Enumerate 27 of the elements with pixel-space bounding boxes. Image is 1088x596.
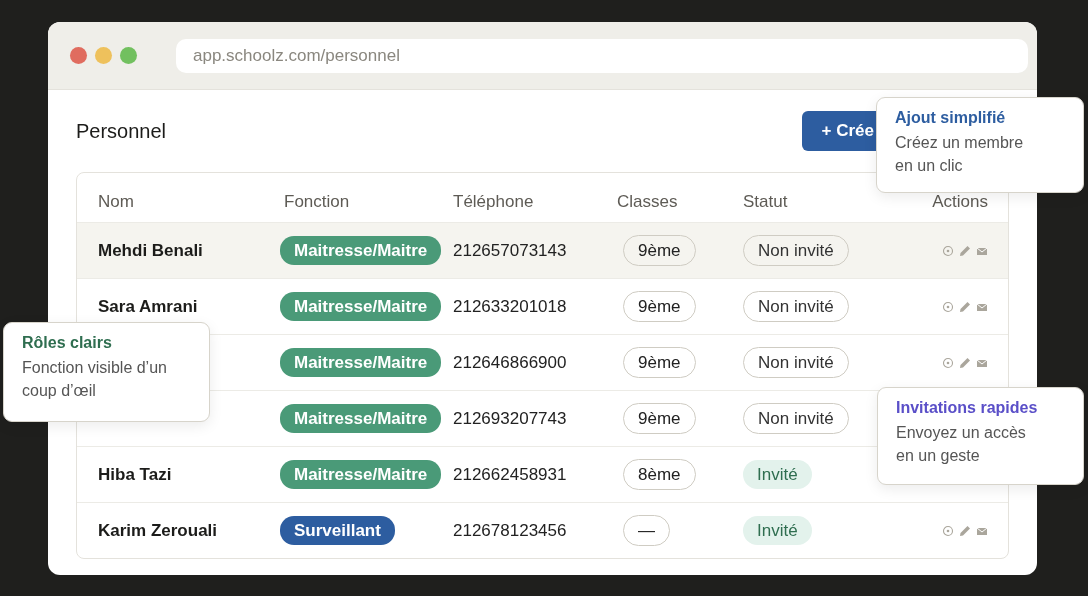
- phone-cell: 212633201018: [453, 296, 567, 316]
- phone-cell: 212678123456: [453, 520, 567, 540]
- column-header: Téléphone: [453, 191, 535, 212]
- role-badge: Maitresse/Maitre: [280, 347, 442, 377]
- phone-cell: 212662458931: [453, 464, 567, 484]
- role-badge: Maitresse/Maitre: [280, 459, 442, 489]
- column-header: Classes: [617, 191, 679, 212]
- role-badge: Maitresse/Maitre: [280, 403, 442, 433]
- status-badge: Invité: [743, 515, 812, 545]
- callout-text: Créez un membre en un clic: [895, 133, 1025, 177]
- column-header: Fonction: [284, 191, 351, 212]
- column-header: Actions: [932, 191, 988, 212]
- column-header: Nom: [98, 191, 135, 212]
- role-badge: Maitresse/Maitre: [280, 291, 442, 321]
- name-cell: Hiba Tazi: [98, 464, 172, 484]
- role-badge: Surveillant: [280, 515, 395, 545]
- page-title: Personnel: [76, 119, 167, 143]
- name-cell: Karim Zerouali: [98, 520, 218, 540]
- column-header: Statut: [743, 191, 789, 212]
- phone-cell: 212657073143: [453, 240, 567, 260]
- name-cell: Mehdi Benali: [98, 240, 203, 260]
- phone-cell: 212693207743: [453, 408, 567, 428]
- status-badge: Invité: [743, 459, 812, 489]
- role-badge: Maitresse/Maitre: [280, 235, 442, 265]
- callout-title: Ajout simplifié: [895, 109, 1007, 127]
- phone-cell: 212646866900: [453, 352, 567, 372]
- name-cell: Sara Amrani: [98, 296, 198, 316]
